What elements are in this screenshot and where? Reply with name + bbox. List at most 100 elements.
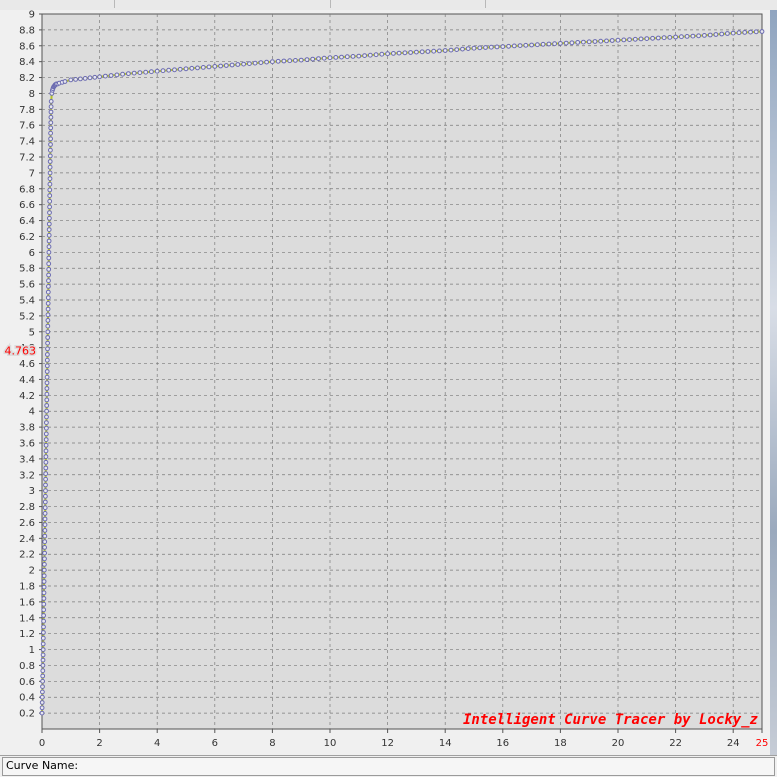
series-point xyxy=(235,62,241,67)
curve-name-field[interactable] xyxy=(2,757,775,776)
y-tick-label: 7 xyxy=(29,168,35,179)
series-point xyxy=(48,109,54,115)
x-tick-label: 16 xyxy=(496,738,509,749)
x-tick-label: 8 xyxy=(269,738,275,749)
series-point xyxy=(103,73,108,79)
series-point xyxy=(46,267,52,272)
series-point xyxy=(44,414,49,420)
series-point xyxy=(137,70,143,75)
series-point xyxy=(609,38,615,43)
series-point xyxy=(310,56,316,62)
series-point xyxy=(540,41,546,47)
y-tick-label: 3.6 xyxy=(19,439,35,450)
series-point xyxy=(177,66,183,72)
series-point xyxy=(690,33,696,39)
series-point xyxy=(44,369,50,374)
series-point xyxy=(43,488,48,494)
series-point xyxy=(379,51,385,57)
y-tick-label: 8.4 xyxy=(19,57,35,68)
plot-area[interactable] xyxy=(41,13,763,730)
series-point xyxy=(506,43,512,49)
series-point xyxy=(47,215,52,221)
series-point xyxy=(47,193,53,199)
y-tick-label: 1.6 xyxy=(19,597,35,608)
series-point xyxy=(44,403,50,408)
series-point xyxy=(46,244,52,250)
y-tick-label: 4.2 xyxy=(19,391,35,402)
y-axis-ticks: 0.2 0.4 0.6 0.8 1 1.2 1.4 1.6 1.8 2 2.2 2.4 2.6 2.8 3 3… xyxy=(19,10,42,720)
series-point xyxy=(753,29,759,35)
y-tick-label: 0.6 xyxy=(19,677,35,688)
y-tick-label: 5.4 xyxy=(19,296,35,307)
series-point xyxy=(252,60,258,66)
series-point xyxy=(46,261,52,267)
series-point xyxy=(45,335,51,340)
series-point xyxy=(206,64,212,70)
series-point xyxy=(212,64,218,69)
series-point xyxy=(41,601,47,607)
series-point xyxy=(41,607,47,613)
series-point xyxy=(730,30,736,36)
series-point xyxy=(598,38,604,44)
series-point xyxy=(92,74,98,80)
series-point xyxy=(87,75,93,81)
series-point xyxy=(43,493,48,499)
y-tick-label: 3.8 xyxy=(19,423,35,434)
chart-panel[interactable]: 0 2 4 6 8 10 12 14 16 18 20 22 24 25 0.2 0.4 0.6 0.8 1 1.2… xyxy=(0,10,770,755)
y-tick-label: 6.4 xyxy=(19,216,35,227)
series-point xyxy=(655,35,661,41)
series-point xyxy=(42,556,47,562)
series-point xyxy=(39,710,45,716)
series-point xyxy=(707,32,713,38)
series-point xyxy=(471,45,477,51)
series-point xyxy=(615,37,621,43)
series-point xyxy=(477,45,483,51)
series-point xyxy=(638,36,644,42)
y-tick-label: 3.4 xyxy=(19,454,35,465)
series-point xyxy=(40,657,46,663)
series-point xyxy=(108,73,114,78)
y-tick-label: 2 xyxy=(29,566,35,577)
series-point xyxy=(586,39,592,45)
series-point xyxy=(759,29,765,34)
series-point xyxy=(223,63,229,68)
series-point xyxy=(172,67,177,73)
y-tick-label: 7.8 xyxy=(19,105,35,116)
series-point xyxy=(45,295,51,301)
series-point xyxy=(414,49,419,55)
x-tick-label: 22 xyxy=(669,738,682,749)
series-point xyxy=(465,46,471,51)
series-point xyxy=(563,40,569,46)
series-point xyxy=(327,55,333,61)
series-point xyxy=(42,533,48,539)
series-point xyxy=(719,31,725,37)
series-point xyxy=(442,48,448,53)
series-point xyxy=(41,624,46,630)
series-point xyxy=(40,678,45,684)
series-point xyxy=(42,499,48,505)
series-point xyxy=(42,528,48,533)
curve-chart[interactable]: 0 2 4 6 8 10 12 14 16 18 20 22 24 25 0.20.40.60.811.2… xyxy=(0,10,770,755)
series-point xyxy=(488,44,494,50)
series-point xyxy=(500,44,506,49)
x-tick-label: 24 xyxy=(727,738,740,749)
series-point xyxy=(41,630,46,635)
series-point xyxy=(667,35,673,40)
series-point xyxy=(402,50,408,56)
series-point xyxy=(333,55,339,60)
series-point xyxy=(41,573,47,579)
series-point xyxy=(40,689,45,695)
series-point xyxy=(47,187,53,193)
series-point xyxy=(552,41,557,47)
y-tick-label: 3 xyxy=(29,486,35,497)
series-point xyxy=(460,46,465,52)
series-point xyxy=(696,33,701,39)
top-strip-divider xyxy=(485,0,486,8)
series-point xyxy=(298,57,304,63)
series-point xyxy=(41,613,46,618)
series-point xyxy=(47,153,53,159)
y-tick-label: 5.8 xyxy=(19,264,35,275)
series-point xyxy=(78,76,83,82)
background-window-edge xyxy=(770,10,777,755)
y-tick-label: 7.2 xyxy=(19,153,35,164)
